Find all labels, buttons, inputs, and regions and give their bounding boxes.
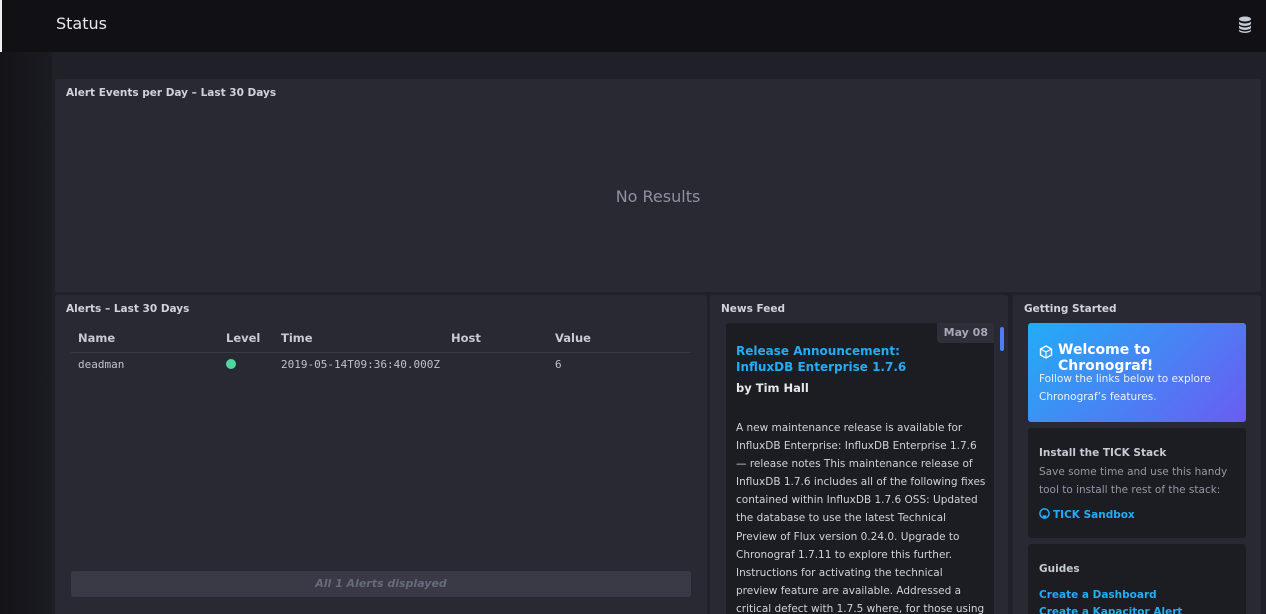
tick-text: Save some time and use this handy tool t… xyxy=(1039,466,1228,496)
tick-sandbox-link[interactable]: TICK Sandbox xyxy=(1039,508,1135,521)
chronograf-logo-icon xyxy=(1039,345,1053,359)
panel-title: News Feed xyxy=(721,303,786,315)
alerts-panel: Alerts – Last 30 Days Name Level Time Ho… xyxy=(55,295,707,614)
page-title: Status xyxy=(56,14,107,33)
alerts-count-footer: All 1 Alerts displayed xyxy=(71,571,691,597)
create-dashboard-link[interactable]: Create a Dashboard xyxy=(1039,589,1157,601)
level-status-dot xyxy=(226,359,236,369)
alert-value: 6 xyxy=(555,358,562,371)
alerts-table: Name Level Time Host Value deadman 2019-… xyxy=(71,329,691,375)
news-headline-link[interactable]: Release Announcement: InfluxDB Enterpris… xyxy=(736,343,936,375)
news-body: A new maintenance release is available f… xyxy=(736,422,986,614)
column-header-host[interactable]: Host xyxy=(451,331,481,345)
no-results-text: No Results xyxy=(615,187,701,206)
news-item: May 08 Release Announcement: InfluxDB En… xyxy=(726,323,994,614)
panel-title: Alert Events per Day – Last 30 Days xyxy=(66,87,277,99)
tick-heading: Install the TICK Stack xyxy=(1039,447,1167,459)
tick-sandbox-label: TICK Sandbox xyxy=(1053,509,1135,521)
alert-events-panel: Alert Events per Day – Last 30 Days No R… xyxy=(55,79,1261,292)
welcome-text: Follow the links below to explore Chrono… xyxy=(1039,373,1211,403)
guides-heading: Guides xyxy=(1039,563,1080,575)
alert-time: 2019-05-14T09:36:40.000Z xyxy=(281,358,440,371)
table-header: Name Level Time Host Value xyxy=(71,329,691,353)
database-icon[interactable] xyxy=(1238,16,1252,33)
side-strip xyxy=(0,52,52,614)
github-icon xyxy=(1039,508,1050,519)
page-header: Status xyxy=(0,0,1266,52)
news-author: by Tim Hall xyxy=(736,381,809,395)
news-date-badge: May 08 xyxy=(936,323,994,343)
column-header-time[interactable]: Time xyxy=(281,331,313,345)
column-header-name[interactable]: Name xyxy=(78,331,115,345)
table-row[interactable]: deadman 2019-05-14T09:36:40.000Z 6 xyxy=(71,353,691,375)
getting-started-panel: Getting Started Welcome to Chronograf! F… xyxy=(1013,295,1261,614)
panel-title: Getting Started xyxy=(1024,303,1117,315)
news-scrollbar[interactable] xyxy=(1000,327,1004,351)
guides-card: Guides Create a Dashboard Create a Kapac… xyxy=(1028,544,1246,614)
welcome-card: Welcome to Chronograf! Follow the links … xyxy=(1028,323,1246,422)
column-header-level[interactable]: Level xyxy=(226,331,260,345)
news-feed-panel: News Feed May 08 Release Announcement: I… xyxy=(710,295,1008,614)
column-header-value[interactable]: Value xyxy=(555,331,591,345)
alert-name[interactable]: deadman xyxy=(78,358,124,371)
install-tick-card: Install the TICK Stack Save some time an… xyxy=(1028,428,1246,538)
panel-title: Alerts – Last 30 Days xyxy=(66,303,190,315)
create-kapacitor-alert-link[interactable]: Create a Kapacitor Alert xyxy=(1039,606,1182,614)
